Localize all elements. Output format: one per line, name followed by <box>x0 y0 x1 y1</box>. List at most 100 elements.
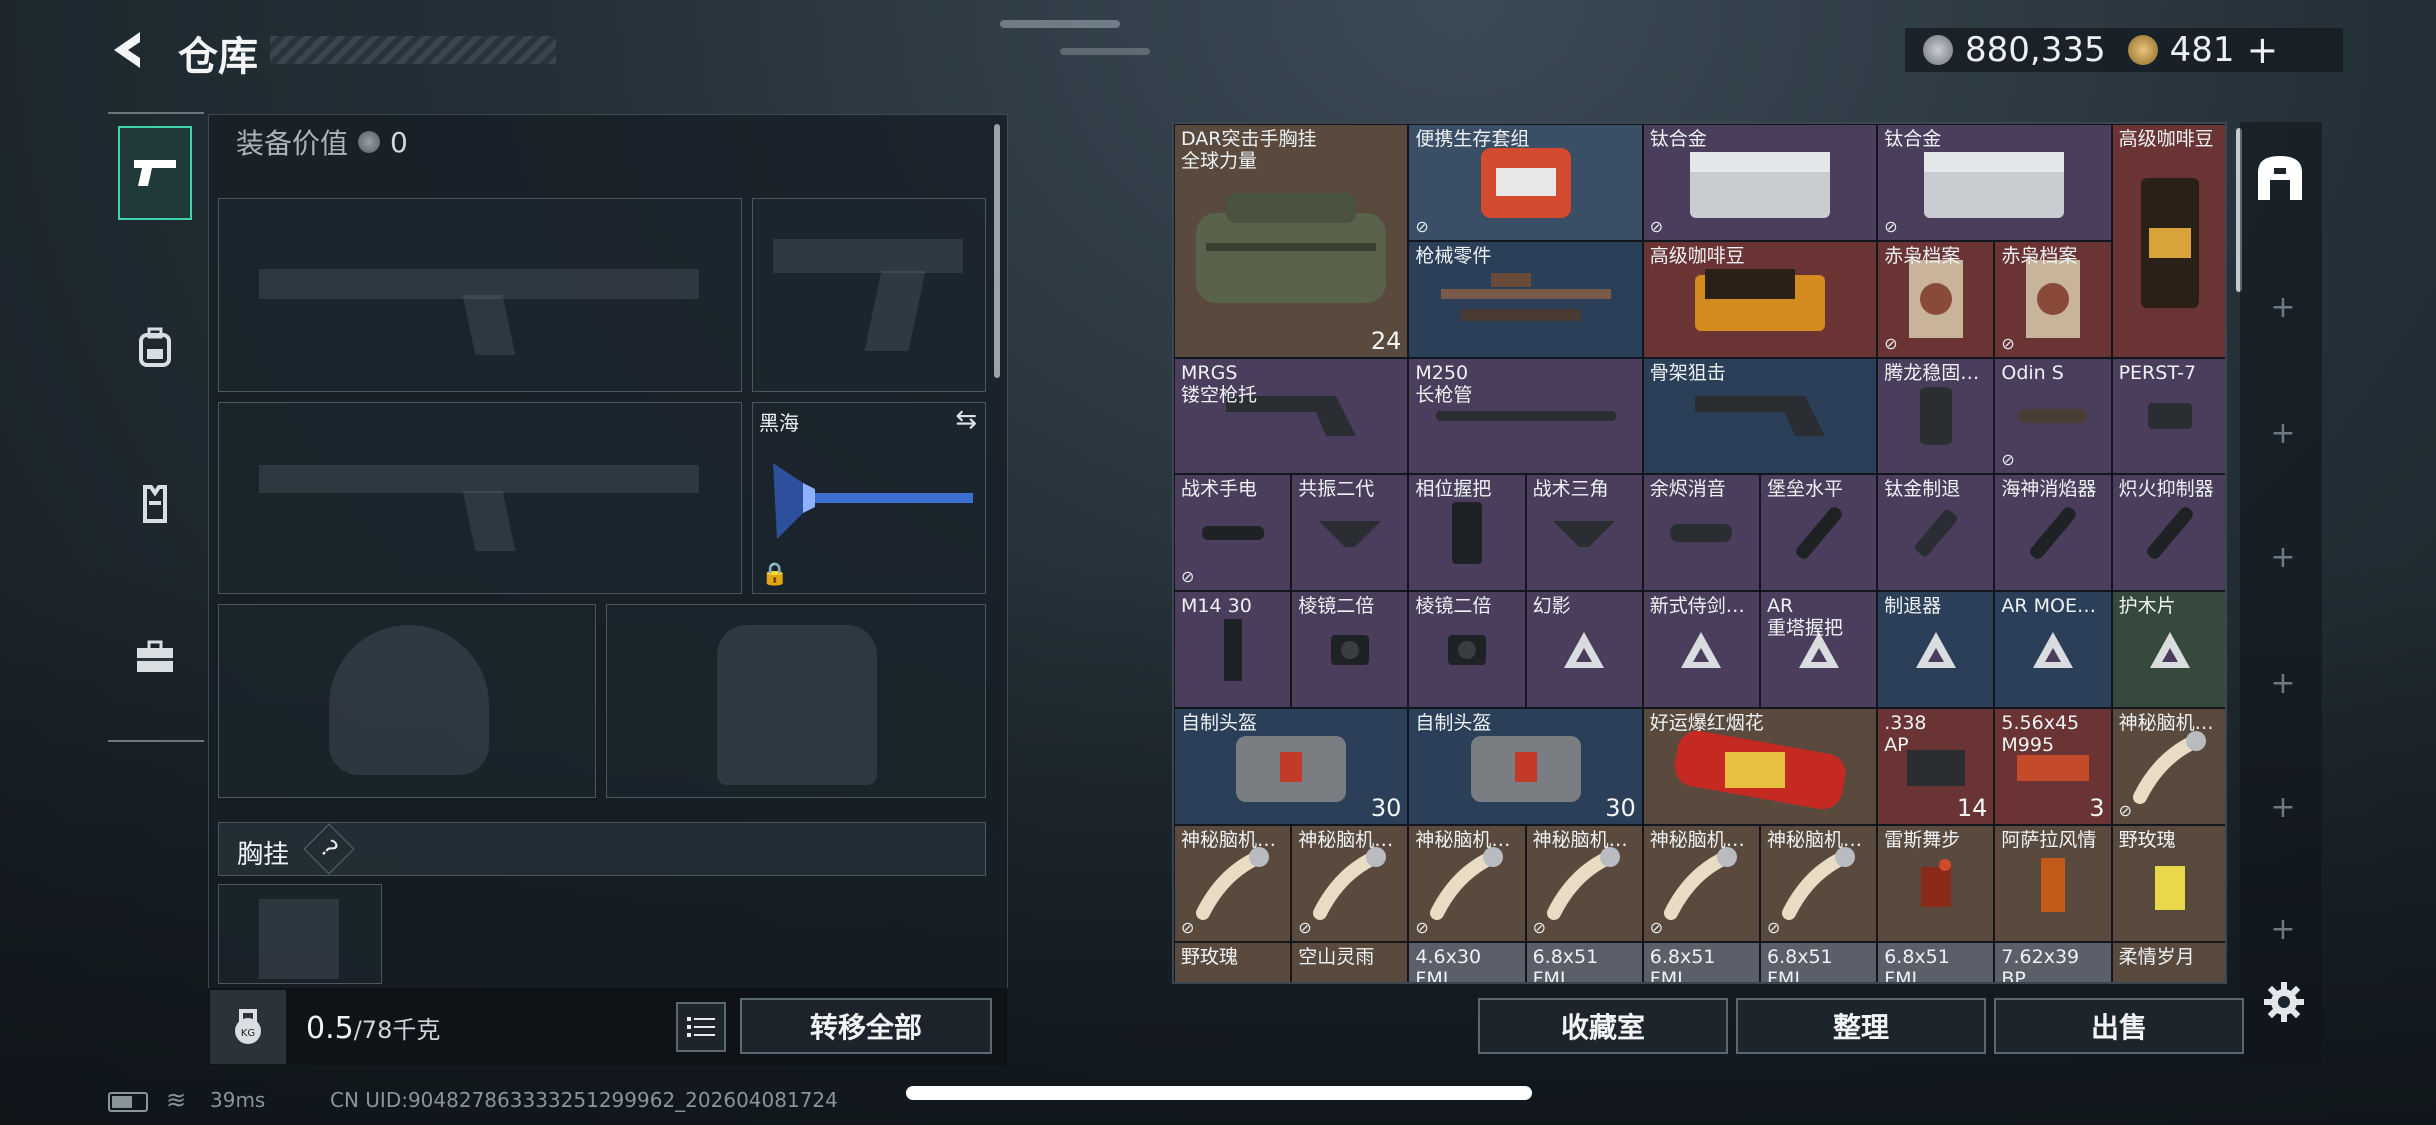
armor-slot[interactable] <box>606 604 986 798</box>
secondary-weapon-slot[interactable] <box>218 402 742 594</box>
inventory-item[interactable]: 神秘脑机… ⊘ <box>1760 824 1878 942</box>
inventory-item[interactable]: 雷斯舞步 <box>1877 824 1995 942</box>
tab-armor[interactable] <box>118 456 192 550</box>
inventory-item[interactable]: 腾龙稳固… <box>1877 357 1995 475</box>
inventory-item[interactable]: 赤枭档案 ⊘ <box>1877 240 1995 358</box>
inventory-item[interactable]: 高级咖啡豆 <box>1642 240 1878 358</box>
inventory-item[interactable]: 6.8x51 FMJ <box>1877 941 1995 982</box>
tri-item-icon <box>1562 630 1606 674</box>
vgrip-item-icon <box>1442 498 1492 572</box>
inventory-item[interactable]: Odin S ⊘ <box>1994 357 2112 475</box>
item-name: 6.8x51 FMJ <box>1649 945 1716 984</box>
inventory-item[interactable]: 护木片 <box>2111 591 2225 708</box>
inventory-item[interactable]: 自制头盔 30 <box>1408 708 1643 825</box>
inventory-item[interactable]: 6.8x51 FMJ <box>1525 941 1643 982</box>
inventory-item[interactable]: 赤枭档案 ⊘ <box>1994 240 2112 358</box>
inventory-item[interactable]: 余烬消音 <box>1642 474 1760 592</box>
add-storage-button[interactable]: + <box>2268 290 2298 325</box>
back-button[interactable] <box>106 26 154 74</box>
item-name: 炽火抑制器 <box>2118 478 2214 501</box>
add-storage-button[interactable]: + <box>2268 912 2298 947</box>
item-name: 赤枭档案 <box>1884 244 1961 267</box>
inventory-item[interactable]: 神秘脑机… ⊘ <box>1408 824 1526 942</box>
item-count: 3 <box>2089 793 2105 822</box>
chest-rig-slot[interactable] <box>218 884 382 984</box>
add-storage-button[interactable]: + <box>2268 416 2298 451</box>
inventory-item[interactable]: 相位握把 <box>1408 474 1526 592</box>
melee-slot[interactable]: 黑海 ⇆ 🔒 <box>752 402 986 594</box>
inventory-item[interactable]: 神秘脑机… ⊘ <box>2111 708 2225 825</box>
inventory-item[interactable]: 柔情岁月 <box>2111 941 2225 982</box>
inventory-item[interactable]: MRGS 镂空枪托 <box>1174 357 1409 475</box>
inventory-item[interactable]: 海神消焰器 <box>1994 474 2112 592</box>
inventory-item[interactable]: 4.6x30 FMJ <box>1408 941 1526 982</box>
swap-icon[interactable]: ⇆ <box>955 405 977 435</box>
add-gold-button[interactable]: + <box>2247 28 2279 72</box>
inventory-item[interactable]: 骨架狙击 <box>1642 357 1878 475</box>
inventory-item[interactable]: AR 重塔握把 <box>1760 591 1878 708</box>
inventory-item[interactable]: 7.62x39 BP <box>1994 941 2112 982</box>
inventory-item[interactable]: AR MOE… <box>1994 591 2112 708</box>
inventory-item[interactable]: 棱镜二倍 <box>1408 591 1526 708</box>
left-scrollbar[interactable] <box>994 124 1000 378</box>
inventory-item[interactable]: 棱镜二倍 <box>1291 591 1409 708</box>
inventory-item[interactable]: M250 长枪管 <box>1408 357 1643 475</box>
help-icon[interactable]: ? <box>303 823 355 875</box>
inventory-item[interactable]: 高级咖啡豆 <box>2111 124 2225 358</box>
inventory-item[interactable]: 战术三角 <box>1525 474 1643 592</box>
inventory-item[interactable]: DAR突击手胸挂 全球力量 24 <box>1174 124 1409 358</box>
inventory-item[interactable]: 自制头盔 30 <box>1174 708 1409 825</box>
tab-backpack[interactable] <box>118 300 192 394</box>
inventory-item[interactable]: 6.8x51 FMJ <box>1760 941 1878 982</box>
inventory-item[interactable]: 幻影 <box>1525 591 1643 708</box>
tab-toolbox[interactable] <box>118 610 192 704</box>
list-view-button[interactable] <box>676 1002 726 1052</box>
pistol-silhouette-icon <box>773 239 963 273</box>
pistol-slot[interactable] <box>752 198 986 392</box>
inventory-item[interactable]: 空山灵雨 <box>1291 941 1409 982</box>
inventory-item[interactable]: .338 AP 14 <box>1877 708 1995 825</box>
inventory-item[interactable]: 神秘脑机… ⊘ <box>1174 824 1292 942</box>
item-name: 高级咖啡豆 <box>1649 244 1745 267</box>
home-indicator[interactable] <box>906 1086 1532 1100</box>
inventory-item[interactable]: 共振二代 <box>1291 474 1409 592</box>
backpack-icon <box>139 327 171 367</box>
tab-weapons[interactable] <box>118 126 192 220</box>
settings-button[interactable] <box>2262 980 2306 1024</box>
inventory-item[interactable]: 6.8x51 FMJ <box>1642 941 1760 984</box>
organize-button[interactable]: 整理 <box>1736 998 1986 1054</box>
inventory-item[interactable]: 钛金制退 <box>1877 474 1995 592</box>
sell-button[interactable]: 出售 <box>1994 998 2244 1054</box>
primary-weapon-slot[interactable] <box>218 198 742 392</box>
transfer-all-button[interactable]: 转移全部 <box>740 998 992 1054</box>
collection-room-button[interactable]: 收藏室 <box>1478 998 1728 1054</box>
inventory-item[interactable]: 好运爆红烟花 <box>1642 708 1878 825</box>
add-storage-button[interactable]: + <box>2268 666 2298 701</box>
inventory-item[interactable]: 便携生存套组 ⊘ <box>1408 124 1643 241</box>
inventory-item[interactable]: 神秘脑机… ⊘ <box>1291 824 1409 942</box>
inventory-item[interactable]: 炽火抑制器 <box>2111 474 2225 592</box>
inventory-item[interactable]: 战术手电 ⊘ <box>1174 474 1292 592</box>
inventory-item[interactable]: 阿萨拉风情 <box>1994 824 2112 942</box>
add-storage-button[interactable]: + <box>2268 540 2298 575</box>
inventory-item[interactable]: M14 30 <box>1174 591 1292 708</box>
helmet-slot[interactable] <box>218 604 596 798</box>
chip-item-icon <box>1661 843 1741 927</box>
inventory-grid[interactable]: DAR突击手胸挂 全球力量 24 便携生存套组 ⊘ 钛合金 ⊘ 钛合金 ⊘ 高级咖啡豆 枪械零件高… <box>1172 122 2227 984</box>
inventory-item[interactable]: 5.56x45 M995 3 <box>1994 708 2112 825</box>
inventory-item[interactable]: 制退器 <box>1877 591 1995 708</box>
silver-amount: 880,335 <box>1965 30 2106 70</box>
inventory-item[interactable]: 野玫瑰 <box>2111 824 2225 942</box>
inventory-item[interactable]: 钛合金 ⊘ <box>1877 124 2112 241</box>
inventory-item[interactable]: 神秘脑机… ⊘ <box>1525 824 1643 942</box>
storage-tab-main[interactable] <box>2252 150 2308 210</box>
inventory-item[interactable]: 钛合金 ⊘ <box>1642 124 1878 241</box>
inventory-item[interactable]: 堡垒水平 <box>1760 474 1878 592</box>
inventory-item[interactable]: PERST-7 <box>2111 357 2225 475</box>
add-storage-button[interactable]: + <box>2268 790 2298 825</box>
inventory-item[interactable]: 野玫瑰 <box>1174 941 1292 982</box>
inventory-item[interactable]: 新式侍剑… <box>1642 591 1760 708</box>
inventory-item[interactable]: 神秘脑机… ⊘ <box>1642 824 1760 942</box>
inventory-item[interactable]: 枪械零件 <box>1408 240 1643 358</box>
chest-rig-header[interactable]: 胸挂 ? <box>218 822 986 876</box>
